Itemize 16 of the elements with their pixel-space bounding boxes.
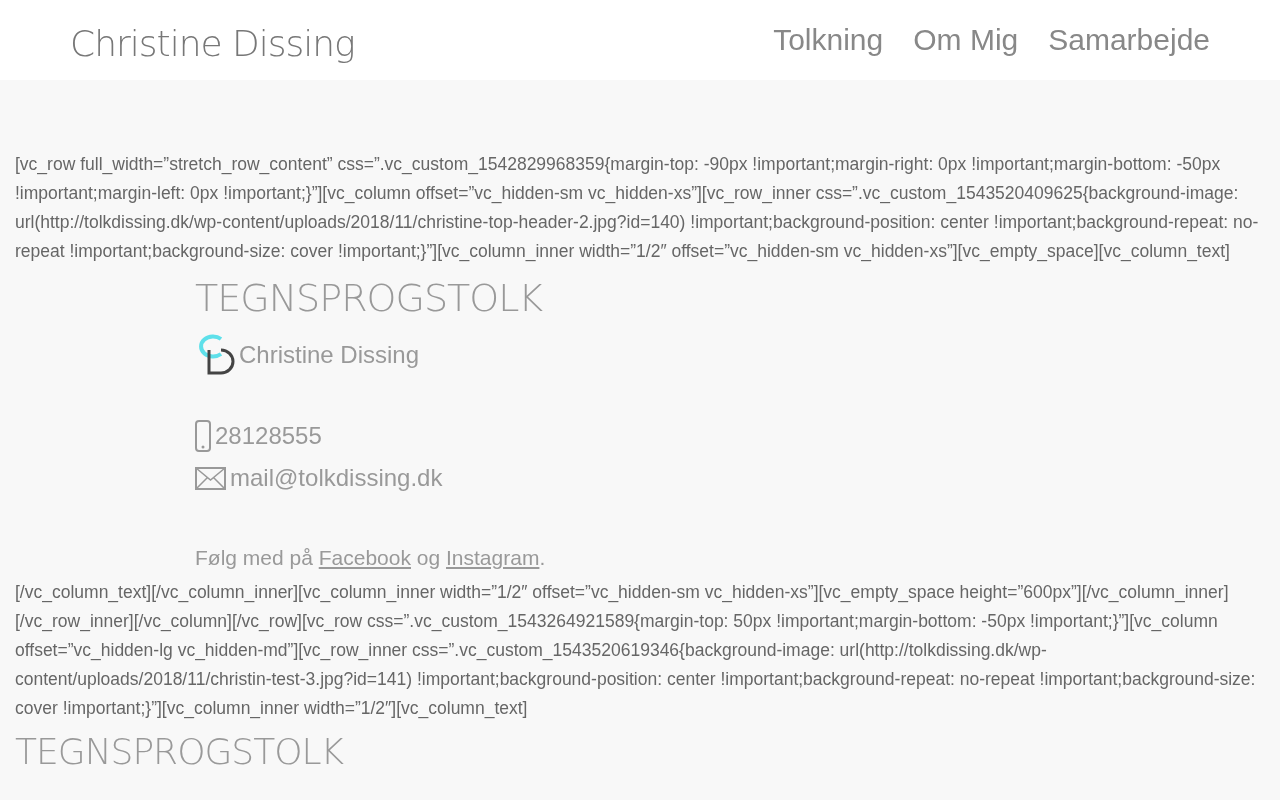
- nav-link[interactable]: Om Mig: [913, 23, 1019, 57]
- follow-text: Følg med på Facebook og Instagram.: [195, 546, 547, 570]
- email-address: mail@tolkdissing.dk: [230, 464, 443, 492]
- mail-icon: [195, 466, 226, 490]
- nav-link[interactable]: Samarbejde: [1048, 23, 1210, 57]
- site-title[interactable]: Christine Dissing: [70, 16, 355, 64]
- facebook-link[interactable]: Facebook: [318, 546, 411, 569]
- section-heading: TEGNSPROGSTOLK: [15, 731, 345, 772]
- logo-name: Christine Dissing: [239, 341, 420, 369]
- hero-heading: TEGNSPROGSTOLK: [195, 276, 544, 320]
- phone-number: 28128555: [215, 422, 322, 450]
- shortcode-text: [/vc_column_text][/vc_column_inner][vc_column_inner width=”1/2″ offset=”vc_hidden-sm vc_hidden-xs”][vc_empty_space height=”600px”][/vc_column_inner][/vc_row_inner][/vc_column][/vc_row][vc_row css=”.vc_custom_1543264921589{margin-top: 50px !important;margin-bottom: -50px !important;}”][vc_column offset=”vc_hidden-lg vc_hidden-md”][vc_row_inner css=”.vc_custom_1543520619346{background-image: url(http://tolkdissing.dk/wp-content/uploads/2018/11/christin-test-3.jpg?id=141) !important;background-position: center !important;background-repeat: no-repeat !important;background-size: cover !important;}”][vc_column_inner width=”1/2″][vc_column_text]: [15, 581, 1257, 721]
- phone-icon: [195, 420, 211, 452]
- instagram-link[interactable]: Instagram: [446, 546, 540, 569]
- nav-link[interactable]: Tolkning: [773, 23, 884, 57]
- shortcode-text: [vc_row full_width=”stretch_row_content” css=”.vc_custom_1542829968359{margin-top: -90px !important;margin-right: 0px !important;margin-bottom: -50px !important;margin-left: 0px !important;}”][vc_column offset=”vc_hidden-sm vc_hidden-xs”][vc_row_inner css=”.vc_custom_1543520409625{background-image: url(http://tolkdissing.dk/wp-content/uploads/2018/11/christine-top-header-2.jpg?id=140) !important;background-position: center !important;background-repeat: no-repeat !important;background-size: cover !important;}”][vc_column_inner width=”1/2″ offset=”vc_hidden-sm vc_hidden-xs”][vc_empty_space][vc_column_text]: [15, 153, 1260, 264]
